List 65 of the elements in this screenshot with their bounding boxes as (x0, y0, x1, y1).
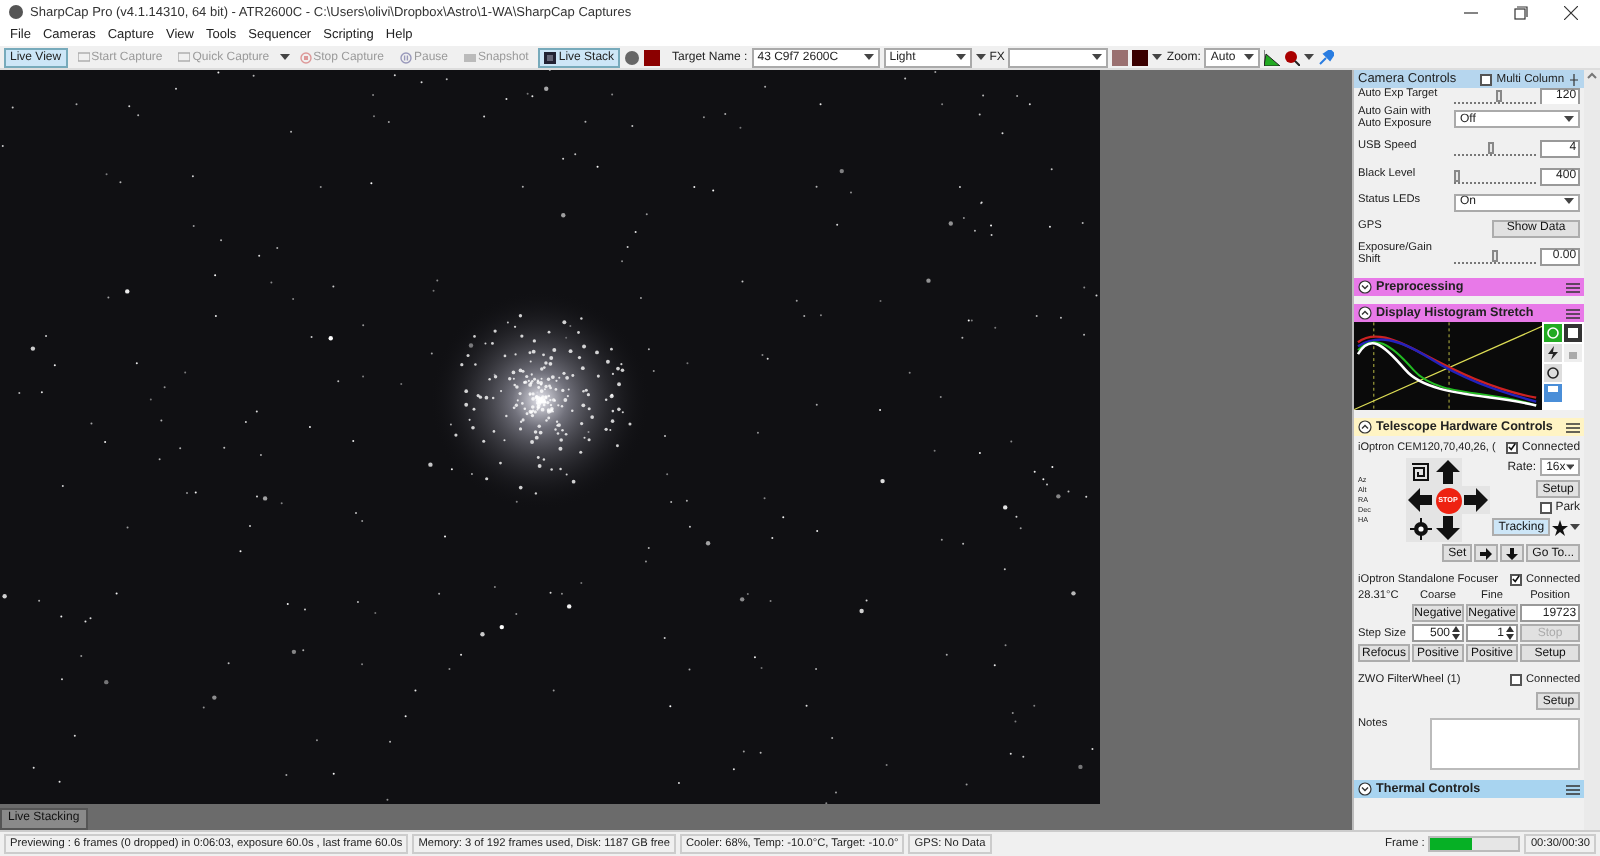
restore-icon (1513, 5, 1527, 19)
checkbox[interactable] (1510, 673, 1522, 685)
caret-icon (863, 53, 874, 61)
south-button[interactable] (1434, 514, 1462, 542)
dropdown-caret-icon (975, 53, 986, 61)
north-button[interactable] (1434, 458, 1462, 486)
caret-icon (1564, 198, 1575, 206)
slider-thumb[interactable] (1488, 141, 1495, 153)
chevron-circle-icon[interactable] (1358, 420, 1372, 434)
refresh-icon[interactable] (1544, 364, 1563, 382)
checkmark-icon (1508, 442, 1517, 452)
checkbox[interactable] (1480, 73, 1493, 85)
slider-thumb[interactable] (1492, 249, 1499, 261)
caret-icon (1244, 53, 1255, 61)
checkbox[interactable] (1506, 441, 1519, 453)
film-icon (77, 52, 90, 62)
menu-icon[interactable] (1566, 783, 1581, 795)
stop-icon (299, 51, 312, 63)
caret-icon (955, 53, 966, 61)
arrow-icon (1408, 488, 1432, 512)
down-arrow-button[interactable] (1500, 544, 1525, 562)
caret-icon (1565, 463, 1575, 471)
dropdown-caret-icon (1152, 53, 1163, 61)
star-icon[interactable] (1552, 519, 1569, 535)
arrow-icon (1436, 516, 1460, 540)
spinner-icon[interactable] (1506, 626, 1514, 640)
menu-icon[interactable] (1566, 421, 1581, 433)
arrow-icon (1436, 460, 1460, 484)
lightning-icon[interactable] (1544, 344, 1563, 362)
chevron-circle-icon[interactable] (1358, 306, 1372, 320)
color-swatch-icon[interactable] (1112, 49, 1129, 65)
caret-icon (1092, 53, 1103, 61)
pause-icon (399, 51, 412, 63)
arrow-icon (1464, 488, 1488, 512)
square-icon[interactable] (644, 49, 661, 65)
slider-thumb[interactable] (1495, 89, 1502, 101)
circle-icon[interactable] (624, 49, 641, 65)
slider-thumb[interactable] (1454, 169, 1460, 181)
stack-icon (544, 51, 557, 63)
contrast-icon[interactable] (1564, 324, 1583, 342)
chevron-circle-icon[interactable] (1358, 280, 1372, 294)
caret-icon (1564, 115, 1575, 123)
notes-field[interactable] (1430, 718, 1581, 770)
east-button[interactable] (1462, 486, 1490, 514)
close-icon (1563, 5, 1577, 19)
menu-icon[interactable] (1566, 307, 1581, 319)
magnifier-icon[interactable] (1284, 49, 1301, 65)
camera-icon (464, 52, 476, 62)
checkbox[interactable] (1539, 502, 1552, 514)
spinner-icon[interactable] (1452, 626, 1460, 640)
chevron-circle-icon[interactable] (1358, 782, 1372, 796)
color-swatch-icon[interactable] (1132, 49, 1149, 65)
checkmark-icon (1512, 574, 1520, 584)
film-icon (178, 52, 191, 62)
chart-icon[interactable] (1264, 49, 1281, 65)
spiral-icon[interactable] (1406, 458, 1434, 486)
dropdown-caret-icon (1304, 53, 1315, 61)
caret-icon (1570, 523, 1581, 531)
dropdown-caret-icon (279, 53, 290, 61)
menu-icon[interactable] (1566, 281, 1581, 293)
right-arrow-button[interactable] (1474, 544, 1499, 562)
checkbox[interactable] (1510, 573, 1522, 585)
app-icon (8, 4, 24, 20)
scroll-up-icon[interactable] (1586, 70, 1599, 82)
west-button[interactable] (1406, 486, 1434, 514)
